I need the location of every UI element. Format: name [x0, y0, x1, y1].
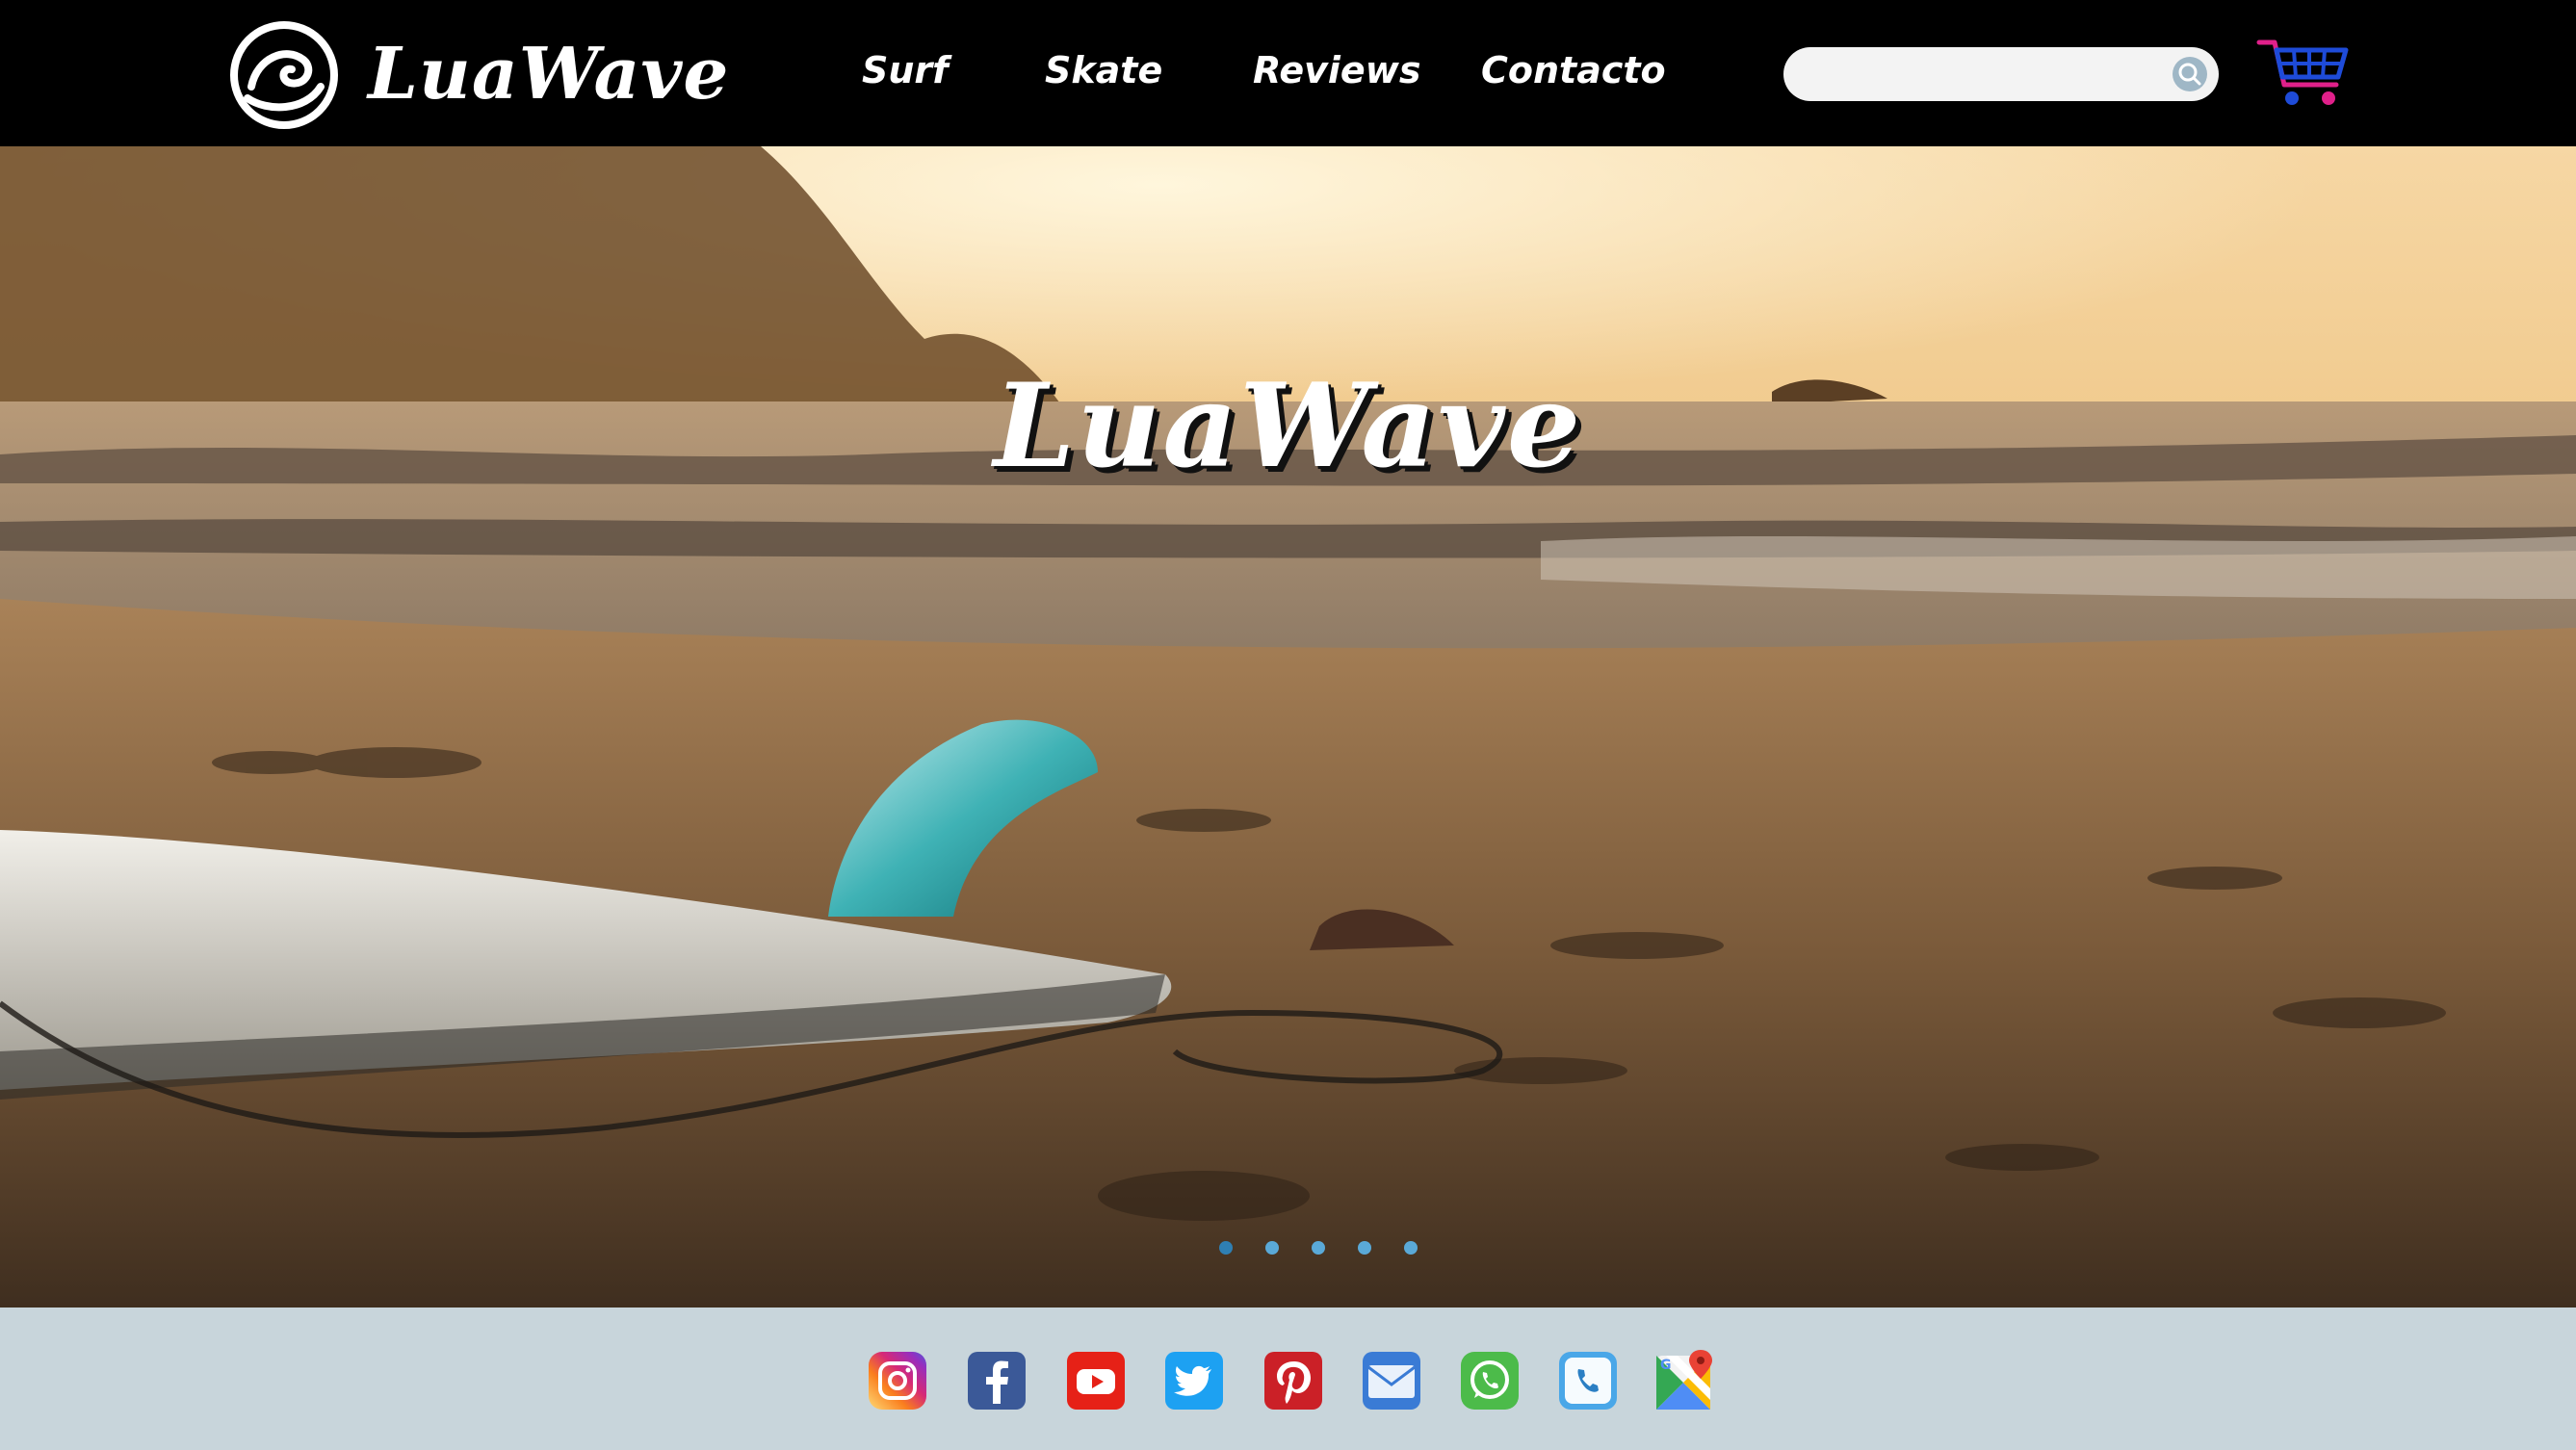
nav-link-surf[interactable]: Surf	[862, 37, 949, 104]
search-input[interactable]	[1803, 55, 2153, 95]
whatsapp-icon	[1461, 1352, 1519, 1410]
slider-dot-2[interactable]	[1265, 1241, 1279, 1255]
email-link[interactable]	[1361, 1350, 1422, 1411]
hero-title: LuaWave	[993, 358, 1583, 494]
facebook-icon	[968, 1352, 1026, 1410]
slider-dot-4[interactable]	[1358, 1241, 1371, 1255]
pinterest-link[interactable]	[1262, 1350, 1324, 1411]
phone-link[interactable]	[1557, 1350, 1619, 1411]
beach-surfboard-image	[0, 146, 2576, 1308]
youtube-link[interactable]	[1065, 1350, 1127, 1411]
slider-dot-1[interactable]	[1219, 1241, 1233, 1255]
facebook-link[interactable]	[966, 1350, 1028, 1411]
nav-link-reviews[interactable]: Reviews	[1253, 37, 1420, 104]
slider-dot-5[interactable]	[1404, 1241, 1418, 1255]
slider-dot-3[interactable]	[1312, 1241, 1325, 1255]
shopping-cart-button[interactable]	[2255, 35, 2352, 112]
google-maps-link[interactable]: G	[1654, 1350, 1716, 1411]
shopping-cart-icon	[2256, 39, 2349, 105]
nav-link-skate[interactable]: Skate	[1045, 37, 1162, 104]
phone-icon	[1559, 1352, 1617, 1410]
email-icon	[1363, 1352, 1420, 1410]
google-maps-icon: G	[1656, 1350, 1712, 1410]
social-footer: G	[0, 1308, 2576, 1450]
search-box	[1783, 47, 2219, 101]
wave-logo-icon[interactable]	[228, 19, 340, 131]
nav-link-contacto[interactable]: Contacto	[1481, 37, 1666, 104]
pinterest-icon	[1264, 1352, 1322, 1410]
youtube-icon	[1067, 1352, 1125, 1410]
twitter-link[interactable]	[1163, 1350, 1225, 1411]
search-icon	[2178, 63, 2201, 86]
twitter-icon	[1165, 1352, 1223, 1410]
site-header: LuaWave Surf Skate Reviews Contacto	[0, 0, 2576, 146]
hero-slider[interactable]: LuaWave	[0, 146, 2576, 1308]
brand-wordmark[interactable]: LuaWave	[368, 21, 729, 127]
instagram-icon	[869, 1352, 926, 1410]
whatsapp-link[interactable]	[1459, 1350, 1521, 1411]
search-button[interactable]	[2173, 57, 2207, 91]
svg-text:G: G	[1660, 1358, 1672, 1373]
instagram-link[interactable]	[867, 1350, 928, 1411]
